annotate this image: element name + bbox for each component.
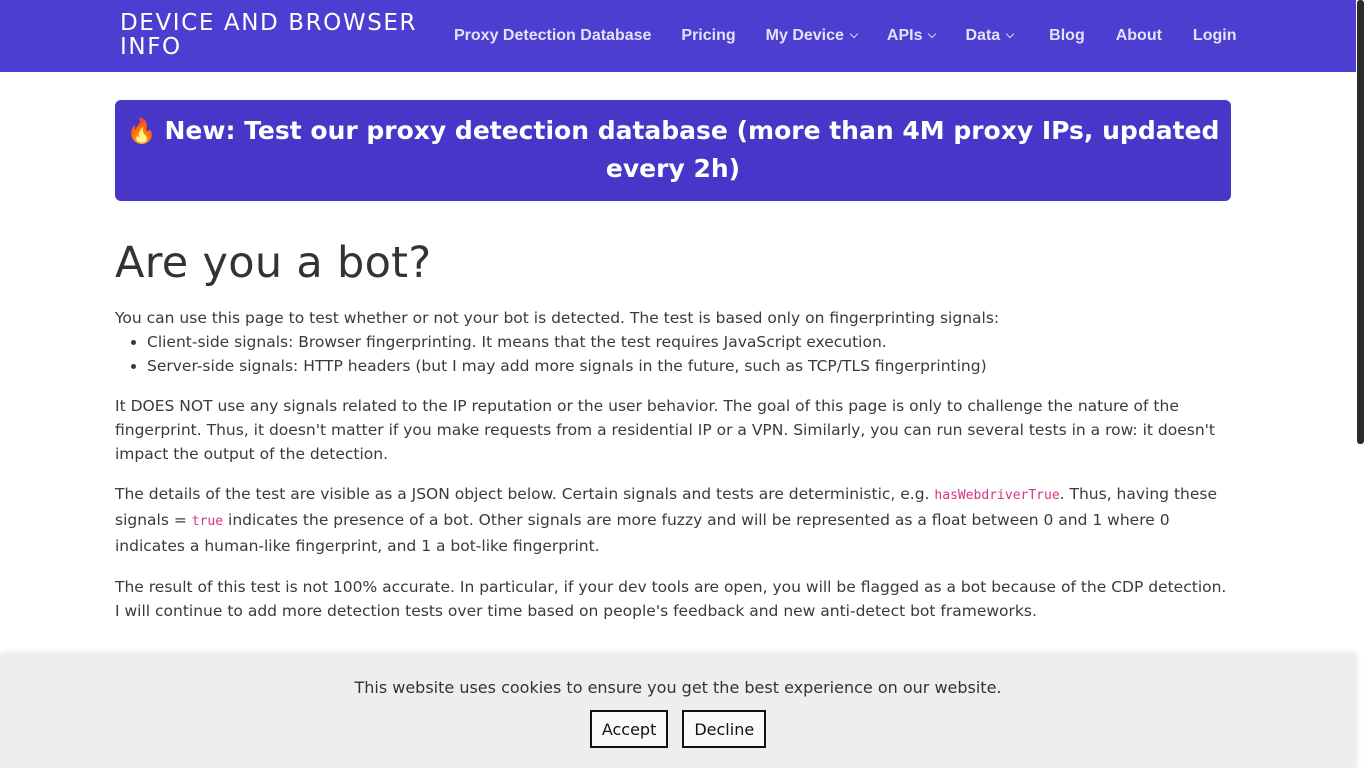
chevron-down-icon <box>1005 29 1015 39</box>
code-true: true <box>191 514 224 529</box>
nav-label: Blog <box>1049 27 1085 44</box>
scrollbar-thumb[interactable] <box>1357 0 1364 444</box>
fire-icon: 🔥 <box>126 117 157 145</box>
accuracy-paragraph: The result of this test is not 100% accu… <box>115 578 1227 620</box>
ip-paragraph: It DOES NOT use any signals related to t… <box>115 397 1215 463</box>
cookie-consent-banner: This website uses cookies to ensure you … <box>0 654 1356 768</box>
text-span: indicates the presence of a bot. Other s… <box>115 511 1170 555</box>
list-item: Client-side signals: Browser fingerprint… <box>147 330 1235 354</box>
nav-label: Pricing <box>681 27 736 44</box>
list-item: Server-side signals: HTTP headers (but I… <box>147 354 1235 378</box>
nav-data[interactable]: Data <box>965 27 1015 45</box>
nav-proxy-detection-database[interactable]: Proxy Detection Database <box>454 27 651 45</box>
nav-about[interactable]: About <box>1116 27 1162 45</box>
chevron-down-icon <box>849 29 859 39</box>
nav-apis[interactable]: APIs <box>886 27 937 45</box>
details-paragraph: The details of the test are visible as a… <box>115 482 1235 559</box>
nav-label: About <box>1115 27 1162 44</box>
cookie-message: This website uses cookies to ensure you … <box>354 678 1002 697</box>
main-content: You can use this page to test whether or… <box>115 306 1235 639</box>
signals-list: Client-side signals: Browser fingerprint… <box>147 330 1235 378</box>
top-navbar: DEVICE AND BROWSER INFO Proxy Detection … <box>0 0 1356 72</box>
banner-text: New: Test our proxy detection database (… <box>164 116 1220 183</box>
intro-paragraph: You can use this page to test whether or… <box>115 309 1000 327</box>
site-logo[interactable]: DEVICE AND BROWSER INFO <box>120 11 440 59</box>
nav-pricing[interactable]: Pricing <box>681 27 735 45</box>
accept-button[interactable]: Accept <box>589 710 669 748</box>
nav-my-device[interactable]: My Device <box>765 27 859 45</box>
nav-label: APIs <box>886 27 923 44</box>
nav-label: My Device <box>765 27 844 44</box>
nav-label: Login <box>1192 27 1237 44</box>
page-title: Are you a bot? <box>115 238 432 288</box>
code-haswebdrivertrue: hasWebdriverTrue <box>934 488 1060 503</box>
text-span: The details of the test are visible as a… <box>115 485 935 503</box>
nav-blog[interactable]: Blog <box>1049 27 1085 45</box>
cookie-buttons: Accept Decline <box>0 710 1356 748</box>
nav-label: Proxy Detection Database <box>454 27 652 44</box>
nav-label: Data <box>965 27 1001 44</box>
chevron-down-icon <box>928 29 937 39</box>
promo-banner[interactable]: 🔥 New: Test our proxy detection database … <box>115 100 1231 201</box>
decline-button[interactable]: Decline <box>682 710 767 748</box>
main-nav: Proxy Detection Database Pricing My Devi… <box>454 26 1236 46</box>
nav-login[interactable]: Login <box>1193 27 1237 45</box>
